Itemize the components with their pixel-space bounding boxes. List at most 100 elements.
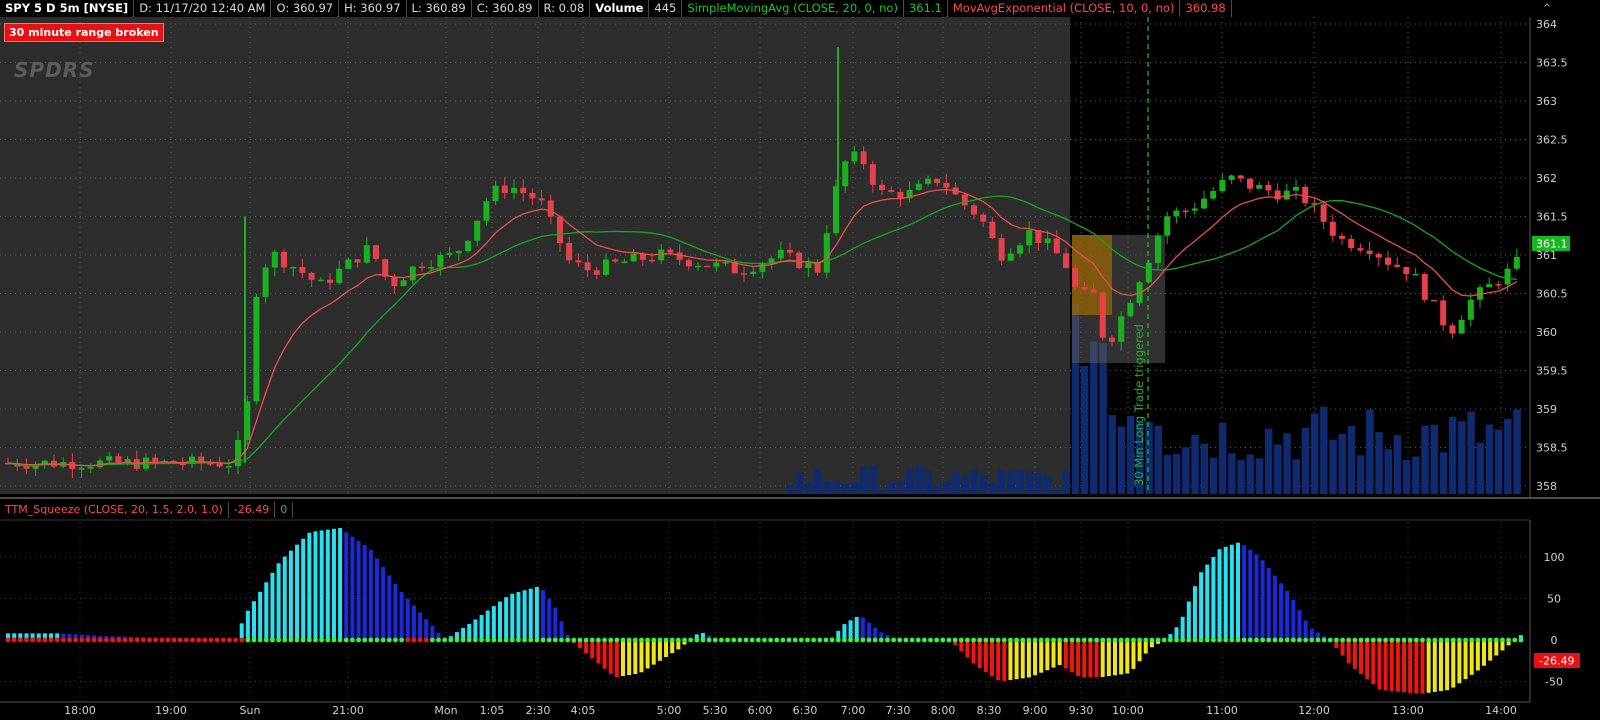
candle-body: [520, 187, 527, 194]
squeeze-dot: [122, 637, 128, 643]
histogram-bar: [1199, 572, 1204, 640]
squeeze-dot: [276, 637, 281, 643]
squeeze-dot: [921, 637, 927, 643]
squeeze-dot: [983, 637, 989, 643]
squeeze-dot: [454, 637, 460, 643]
histogram-bar: [1457, 640, 1462, 684]
candle-body: [1440, 300, 1447, 326]
squeeze-dot: [1174, 637, 1179, 643]
volume-label[interactable]: Volume: [590, 0, 650, 17]
histogram-bar: [867, 622, 871, 640]
histogram-bar: [301, 538, 306, 640]
candle-body: [437, 254, 444, 268]
squeeze-dot: [448, 637, 454, 643]
volume-bar: [1448, 416, 1457, 494]
squeeze-dot: [1475, 637, 1481, 643]
histogram-bar: [1014, 640, 1019, 680]
ema-study-label[interactable]: MovAvgExponential (CLOSE, 10, 0, no): [948, 0, 1181, 17]
volume-bar: [860, 466, 868, 494]
squeeze-dot: [522, 637, 527, 643]
histogram-bar: [1008, 640, 1013, 681]
squeeze-dot: [491, 637, 497, 643]
candle-body: [1155, 235, 1161, 263]
candle-body: [1228, 175, 1235, 180]
squeeze-dot: [1044, 637, 1050, 643]
squeeze-dot: [1377, 637, 1382, 643]
histogram-bar: [1377, 640, 1382, 690]
candle-body: [501, 185, 508, 193]
candle-body: [409, 266, 416, 281]
squeeze-dot: [1358, 637, 1364, 643]
squeeze-dot: [1161, 637, 1167, 643]
squeeze-dot: [1297, 637, 1302, 643]
squeeze-dot: [116, 637, 122, 643]
volume-bar: [998, 469, 1006, 494]
histogram-bar: [1352, 640, 1357, 669]
ttm-squeeze-label[interactable]: TTM_Squeeze (CLOSE, 20, 1.5, 2.0, 1.0): [0, 502, 229, 518]
candle-body: [1495, 284, 1502, 286]
volume-bar: [1513, 409, 1521, 494]
time-tick-label: 7:00: [841, 704, 866, 717]
histogram-bar: [387, 575, 392, 640]
histogram-bar: [1402, 640, 1407, 693]
squeeze-dot: [749, 637, 755, 643]
squeeze-dot: [1051, 637, 1056, 643]
candle-body: [1053, 238, 1060, 254]
candle-body: [299, 267, 306, 273]
squeeze-dot: [1100, 637, 1106, 643]
squeeze-dot: [1450, 637, 1456, 643]
candle-body: [1293, 186, 1299, 191]
histogram-bar: [1180, 616, 1185, 640]
squeeze-histogram: [6, 528, 1523, 694]
sma-study-label[interactable]: SimpleMovingAvg (CLOSE, 20, 0, no): [682, 0, 904, 17]
squeeze-dot: [1407, 637, 1413, 643]
histogram-bar: [1236, 542, 1240, 640]
squeeze-dot: [774, 637, 780, 643]
volume-bar: [1347, 426, 1356, 494]
squeeze-dot: [1032, 637, 1038, 643]
volume-bar: [1458, 421, 1466, 494]
squeeze-dot: [669, 637, 675, 643]
squeeze-dot: [1137, 637, 1142, 643]
histogram-bar: [1469, 640, 1474, 675]
candle-body: [225, 466, 232, 468]
squeeze-dot: [608, 637, 614, 643]
squeeze-dot: [768, 637, 773, 643]
histogram-bar: [614, 640, 619, 678]
candle-body: [1329, 221, 1336, 236]
current-price-label: 361.1: [1536, 238, 1568, 251]
histogram-bar: [996, 640, 1001, 681]
time-tick-label: 13:00: [1392, 704, 1424, 717]
histogram-bar: [393, 583, 398, 640]
chart-area[interactable]: 30 Min Long Trade triggered 364363.53633…: [0, 0, 1600, 720]
volume-bar: [1034, 472, 1043, 494]
histogram-bar: [1186, 601, 1191, 640]
candle-body: [685, 259, 692, 267]
candle-body: [308, 272, 315, 280]
squeeze-dot: [1327, 637, 1333, 643]
candle-body: [373, 245, 379, 259]
range-label: R: 0.08: [539, 0, 591, 17]
histogram-bar: [528, 588, 533, 640]
close-label: C: 360.89: [472, 0, 539, 17]
histogram-bar: [547, 598, 552, 640]
candle-body: [593, 270, 600, 275]
candle-body: [1449, 325, 1456, 334]
chart-header: SPY 5 D 5m [NYSE] D: 11/17/20 12:40 AM O…: [0, 0, 1540, 17]
indicator-value-label: -26.49: [1539, 655, 1574, 668]
squeeze-dot: [823, 637, 829, 643]
histogram-bar: [633, 640, 638, 674]
squeeze-dot: [134, 637, 140, 643]
symbol-label[interactable]: SPY 5 D 5m [NYSE]: [0, 0, 135, 17]
volume-bar: [1255, 458, 1264, 494]
histogram-bar: [1039, 640, 1044, 673]
volume-bar: [1494, 429, 1503, 494]
histogram-bar: [350, 536, 355, 640]
volume-bar: [823, 481, 831, 494]
squeeze-dot: [817, 637, 823, 643]
candle-body: [547, 200, 554, 217]
collapse-icon[interactable]: ⌃: [1540, 2, 1554, 22]
histogram-bar: [1371, 640, 1376, 685]
candle-body: [538, 198, 545, 201]
candle-body: [1081, 287, 1088, 290]
